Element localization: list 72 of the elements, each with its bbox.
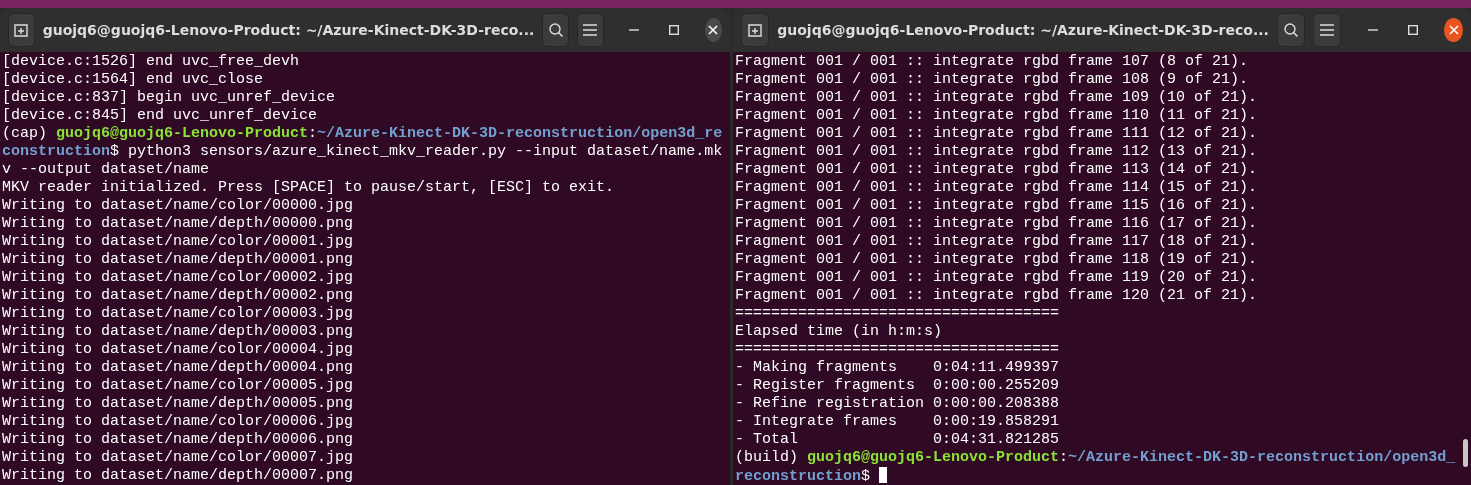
- terminal-line: Fragment 001 / 001 :: integrate rgbd frame 111 (12 of 21).: [735, 125, 1258, 143]
- window-title: guojq6@guojq6-Lenovo-Product: ~/Azure-Kinect-DK-3D-reco...: [777, 22, 1269, 38]
- terminal-line: Writing to dataset/name/color/00002.jpg: [2, 269, 354, 287]
- minimize-icon: [1367, 29, 1378, 31]
- terminal-line: Writing to dataset/name/depth/00002.png: [2, 287, 354, 305]
- maximize-icon: [1408, 25, 1419, 35]
- terminal-line: - Register fragments 0:00:00.255209: [735, 377, 1060, 395]
- terminal-line: Fragment 001 / 001 :: integrate rgbd frame 120 (21 of 21).: [735, 287, 1258, 305]
- minimize-icon: [629, 29, 640, 31]
- terminal-line: [device.c:1526] end uvc_free_devh: [2, 53, 300, 71]
- terminal-line: construction$ python3 sensors/azure_kinect_mkv_reader.py --input dataset/name.mk: [2, 143, 723, 161]
- terminal-line: ====================================: [735, 341, 1060, 359]
- search-icon: [1283, 22, 1299, 38]
- new-tab-button[interactable]: [8, 13, 35, 47]
- window-title: guojq6@guojq6-Lenovo-Product: ~/Azure-Kinect-DK-3D-reco...: [42, 22, 535, 38]
- terminal-line: Fragment 001 / 001 :: integrate rgbd frame 117 (18 of 21).: [735, 233, 1258, 251]
- search-button[interactable]: [542, 13, 569, 47]
- search-button[interactable]: [1276, 13, 1306, 47]
- terminal-line: (build) guojq6@guojq6-Lenovo-Product:~/Azure-Kinect-DK-3D-reconstruction/open3d_: [735, 449, 1456, 467]
- menu-icon: [1320, 24, 1335, 36]
- terminal-line: Fragment 001 / 001 :: integrate rgbd frame 119 (20 of 21).: [735, 269, 1258, 287]
- terminal-line: - Refine registration 0:00:00.208388: [735, 395, 1060, 413]
- terminal-line: Fragment 001 / 001 :: integrate rgbd frame 116 (17 of 21).: [735, 215, 1258, 233]
- terminal-line: - Total 0:04:31.821285: [735, 431, 1060, 449]
- new-tab-button[interactable]: [741, 13, 770, 47]
- close-icon: [1448, 25, 1459, 35]
- terminal-line: Writing to dataset/name/color/00000.jpg: [2, 197, 354, 215]
- menu-icon: [583, 24, 598, 36]
- terminal-line: Fragment 001 / 001 :: integrate rgbd frame 113 (14 of 21).: [735, 161, 1258, 179]
- terminal-line: [device.c:837] begin uvc_unref_device: [2, 89, 336, 107]
- text-cursor: [879, 467, 888, 483]
- terminal-line: Writing to dataset/name/color/00007.jpg: [2, 449, 354, 467]
- new-tab-icon: [13, 22, 30, 38]
- menu-button[interactable]: [1313, 13, 1342, 47]
- terminal-line: - Integrate frames 0:00:19.858291: [735, 413, 1060, 431]
- terminal-line: Writing to dataset/name/color/00003.jpg: [2, 305, 354, 323]
- terminal-line: [device.c:845] end uvc_unref_device: [2, 107, 318, 125]
- terminal-line: Writing to dataset/name/depth/00005.png: [2, 395, 354, 413]
- terminal-line: Writing to dataset/name/color/00004.jpg: [2, 341, 354, 359]
- maximize-icon: [668, 25, 679, 35]
- terminal-line: Writing to dataset/name/color/00006.jpg: [2, 413, 354, 431]
- terminal-line: Fragment 001 / 001 :: integrate rgbd frame 112 (13 of 21).: [735, 143, 1258, 161]
- close-button[interactable]: [1444, 18, 1463, 42]
- terminal-line: (cap) guojq6@guojq6-Lenovo-Product:~/Azure-Kinect-DK-3D-reconstruction/open3d_re: [2, 125, 723, 143]
- terminal-line: Fragment 001 / 001 :: integrate rgbd frame 108 (9 of 21).: [735, 71, 1249, 89]
- terminal-line: reconstruction$: [735, 467, 888, 485]
- terminal-line: v --output dataset/name: [2, 161, 210, 179]
- terminal-line: Fragment 001 / 001 :: integrate rgbd frame 109 (10 of 21).: [735, 89, 1258, 107]
- search-icon: [547, 22, 564, 38]
- terminal-line: Writing to dataset/name/color/00001.jpg: [2, 233, 354, 251]
- terminal-line: MKV reader initialized. Press [SPACE] to pause/start, [ESC] to exit.: [2, 179, 615, 197]
- terminal-line: Writing to dataset/name/depth/00004.png: [2, 359, 354, 377]
- terminal-line: Fragment 001 / 001 :: integrate rgbd frame 110 (11 of 21).: [735, 107, 1258, 125]
- close-button[interactable]: [704, 18, 722, 42]
- terminal-line: Fragment 001 / 001 :: integrate rgbd frame 115 (16 of 21).: [735, 197, 1258, 215]
- terminal-line: Writing to dataset/name/depth/00001.png: [2, 251, 354, 269]
- terminal-line: Writing to dataset/name/depth/00003.png: [2, 323, 354, 341]
- terminal-line: Fragment 001 / 001 :: integrate rgbd frame 118 (19 of 21).: [735, 251, 1258, 269]
- terminal-line: Writing to dataset/name/color/00005.jpg: [2, 377, 354, 395]
- terminal-line: Fragment 001 / 001 :: integrate rgbd frame 114 (15 of 21).: [735, 179, 1258, 197]
- terminal-line: Elapsed time (in h:m:s): [735, 323, 943, 341]
- close-icon: [708, 25, 719, 35]
- terminal-line: Writing to dataset/name/depth/00007.png: [2, 467, 354, 485]
- terminal-line: Writing to dataset/name/depth/00000.png: [2, 215, 354, 233]
- scrollbar-thumb[interactable]: [1463, 439, 1468, 467]
- menu-button[interactable]: [577, 13, 604, 47]
- terminal-line: Fragment 001 / 001 :: integrate rgbd frame 107 (8 of 21).: [735, 53, 1249, 71]
- terminal-line: [device.c:1564] end uvc_close: [2, 71, 264, 89]
- new-tab-icon: [747, 22, 764, 38]
- terminal-line: Writing to dataset/name/depth/00006.png: [2, 431, 354, 449]
- terminal-line: - Making fragments 0:04:11.499397: [735, 359, 1060, 377]
- terminal-line: ====================================: [735, 305, 1060, 323]
